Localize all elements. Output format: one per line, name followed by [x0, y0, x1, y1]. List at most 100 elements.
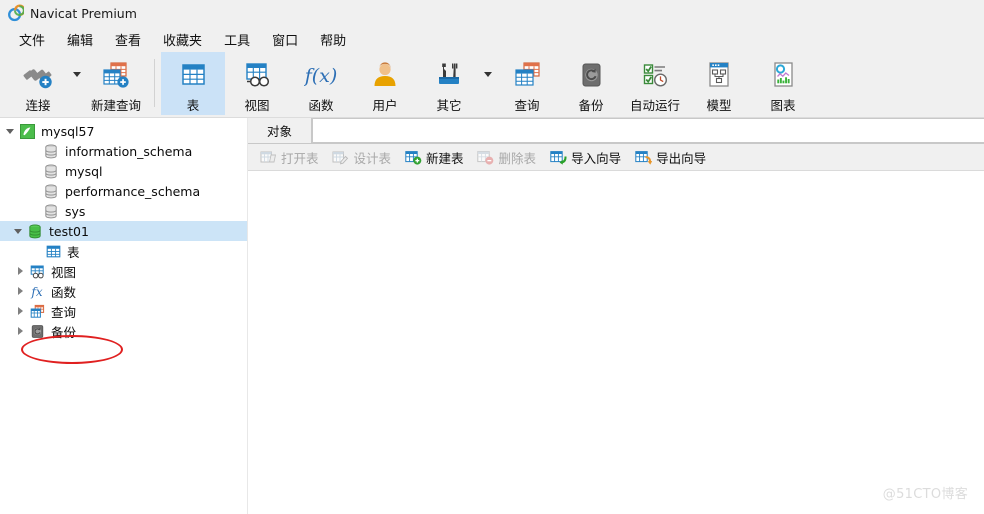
chevron-right-icon[interactable] — [12, 281, 28, 301]
tab-objects-label: 对象 — [267, 124, 293, 139]
chevron-down-icon — [73, 72, 81, 77]
tree-node-queries[interactable]: 查询 — [0, 301, 247, 321]
new-table-button[interactable]: 新建表 — [399, 146, 469, 168]
view-icon — [28, 261, 46, 281]
toolbar-button-other[interactable]: 其它 — [417, 52, 481, 115]
toolbar-button-user[interactable]: 用户 — [353, 52, 417, 115]
toolbar-label-other: 其它 — [436, 98, 462, 113]
toolbar-button-automation[interactable]: 自动运行 — [623, 52, 687, 115]
new-table-label: 新建表 — [426, 150, 464, 166]
toolbar-label-model: 模型 — [706, 98, 732, 113]
design-table-icon — [332, 149, 350, 165]
toolbar-button-new-query[interactable]: 新建查询 — [84, 52, 148, 115]
view-icon — [239, 59, 275, 91]
model-icon — [701, 59, 737, 91]
navicat-window: Navicat Premium 文件 编辑 查看 收藏夹 工具 窗口 帮助 连接… — [0, 0, 984, 514]
tree-node-sys[interactable]: sys — [0, 201, 247, 221]
tree-label-database: mysql — [65, 163, 103, 179]
tree-label-backups: 备份 — [51, 324, 77, 340]
backup-icon — [573, 59, 609, 91]
toolbar-label-new-query: 新建查询 — [90, 98, 141, 113]
tree-node-performance-schema[interactable]: performance_schema — [0, 181, 247, 201]
menu-file[interactable]: 文件 — [8, 27, 56, 52]
tree-node-test01[interactable]: test01 — [0, 221, 247, 241]
new-table-icon — [404, 149, 422, 165]
database-icon — [42, 141, 60, 161]
toolbar-button-connection[interactable]: 连接 — [6, 52, 70, 115]
navigation-sidebar[interactable]: mysql57 information_schema mysql perform… — [0, 118, 248, 514]
chevron-down-icon — [484, 72, 492, 77]
main-toolbar: 连接 新建查询 表 视图 f(x) 函数 用户 其它 查询 备份 自动运行 模型… — [0, 52, 984, 118]
menu-view[interactable]: 查看 — [104, 27, 152, 52]
toolbar-label-function: 函数 — [308, 98, 334, 113]
export-wizard-button[interactable]: 导出向导 — [629, 146, 711, 168]
tree-node-mysql57[interactable]: mysql57 — [0, 121, 247, 141]
tree-node-functions[interactable]: fx 函数 — [0, 281, 247, 301]
mysql-connection-icon — [18, 121, 36, 141]
import-wizard-label: 导入向导 — [571, 150, 622, 166]
toolbar-caret-other[interactable] — [481, 52, 495, 115]
backup-icon — [28, 321, 46, 341]
toolbar-caret-connection[interactable] — [70, 52, 84, 115]
tree-label-database: performance_schema — [65, 183, 201, 199]
menu-edit[interactable]: 编辑 — [56, 27, 104, 52]
table-icon — [175, 59, 211, 91]
svg-text:f(x): f(x) — [304, 65, 337, 87]
chevron-down-icon[interactable] — [10, 221, 26, 241]
chevron-right-icon[interactable] — [12, 261, 28, 281]
tree-label-tables: 表 — [67, 244, 80, 260]
toolbar-button-backup[interactable]: 备份 — [559, 52, 623, 115]
chevron-right-icon[interactable] — [12, 321, 28, 341]
function-fx-icon: f(x) — [303, 59, 339, 91]
toolbar-button-query[interactable]: 查询 — [495, 52, 559, 115]
design-table-button[interactable]: 设计表 — [327, 146, 397, 168]
chevron-right-icon[interactable] — [12, 301, 28, 321]
tree-label-queries: 查询 — [51, 304, 77, 320]
menu-tools[interactable]: 工具 — [213, 27, 261, 52]
toolbar-separator — [154, 59, 155, 107]
object-list-area[interactable] — [248, 171, 984, 513]
object-toolbar: 打开表 设计表 新建表 删除表 导入向导 导出向导 — [248, 144, 984, 171]
open-table-button[interactable]: 打开表 — [254, 146, 324, 168]
database-icon — [42, 181, 60, 201]
tree-label-test01: test01 — [49, 223, 89, 239]
toolbar-button-chart[interactable]: 图表 — [751, 52, 815, 115]
chart-icon — [765, 59, 801, 91]
content-panel: 对象 打开表 设计表 新建表 删除表 导入向导 导出向导 — [248, 118, 984, 514]
table-icon — [44, 241, 62, 261]
delete-table-button[interactable]: 删除表 — [472, 146, 542, 168]
function-fx-icon: fx — [28, 281, 46, 301]
menu-favorites[interactable]: 收藏夹 — [152, 27, 213, 52]
chevron-down-icon[interactable] — [2, 121, 18, 141]
menu-help[interactable]: 帮助 — [309, 27, 357, 52]
watermark: @51CTO博客 — [882, 487, 968, 502]
import-wizard-button[interactable]: 导入向导 — [544, 146, 626, 168]
menu-window[interactable]: 窗口 — [261, 27, 309, 52]
query-icon — [509, 59, 545, 91]
toolbar-button-model[interactable]: 模型 — [687, 52, 751, 115]
tree-label-database: sys — [65, 203, 86, 219]
connection-plug-icon — [20, 59, 56, 91]
export-wizard-icon — [634, 149, 652, 165]
tab-objects[interactable]: 对象 — [248, 118, 313, 143]
tree-label-mysql57: mysql57 — [41, 123, 95, 139]
other-tools-icon — [431, 59, 467, 91]
tree-node-information-schema[interactable]: information_schema — [0, 141, 247, 161]
toolbar-button-function[interactable]: f(x) 函数 — [289, 52, 353, 115]
title-bar: Navicat Premium — [0, 0, 984, 26]
database-icon — [42, 161, 60, 181]
toolbar-button-view[interactable]: 视图 — [225, 52, 289, 115]
open-table-label: 打开表 — [281, 150, 319, 166]
toolbar-label-chart: 图表 — [770, 98, 796, 113]
tree-node-backups[interactable]: 备份 — [0, 321, 247, 341]
tree-label-database: information_schema — [65, 143, 193, 159]
tree-node-mysql[interactable]: mysql — [0, 161, 247, 181]
tree-node-views[interactable]: 视图 — [0, 261, 247, 281]
tree-node-tables[interactable]: 表 — [0, 241, 247, 261]
toolbar-button-table[interactable]: 表 — [161, 52, 225, 115]
tree-label-functions: 函数 — [51, 284, 77, 300]
toolbar-label-query: 查询 — [514, 98, 540, 113]
toolbar-label-automation: 自动运行 — [629, 98, 680, 113]
